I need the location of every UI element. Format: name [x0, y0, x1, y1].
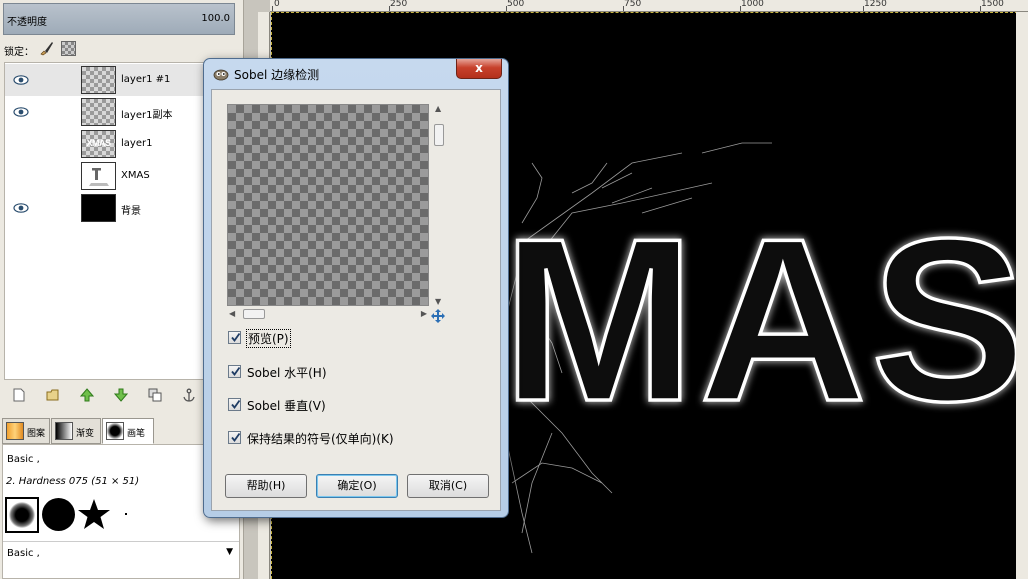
text-layer-thumbnail	[81, 162, 116, 190]
layer-thumbnail: XMAS	[81, 130, 116, 158]
ruler-label: 1000	[741, 0, 764, 9]
layer-thumbnail-text: XMAS	[86, 138, 111, 148]
tab-gradients[interactable]: 渐变	[51, 418, 101, 444]
brush-star[interactable]	[77, 497, 111, 533]
canvas-vertical-scrollbar[interactable]	[1016, 12, 1028, 579]
brush-set-dropdown-label: Basic ,	[7, 548, 40, 559]
brush-dot[interactable]	[115, 497, 149, 533]
tab-patterns[interactable]: 图案	[2, 418, 50, 444]
ruler-label: 1500	[981, 0, 1004, 9]
lock-label: 锁定：	[4, 47, 34, 58]
checkbox[interactable]	[228, 365, 241, 378]
brush-set-dropdown[interactable]: Basic , ▼	[3, 541, 239, 563]
ruler-label: 1250	[864, 0, 887, 9]
tab-label: 画笔	[127, 429, 146, 439]
layer-name: layer1副本	[121, 110, 173, 121]
horizontal-ruler: 0 250 500 750 1000 1250 1500	[270, 0, 1028, 12]
new-layer-icon[interactable]	[12, 388, 26, 402]
raise-layer-icon[interactable]	[80, 388, 94, 402]
ruler-label: 500	[507, 0, 525, 9]
lock-pixels-brush-icon[interactable]	[38, 40, 54, 56]
close-button[interactable]: x	[456, 59, 502, 79]
checkbox[interactable]	[228, 398, 241, 411]
scroll-right-icon[interactable]: ▶	[421, 309, 427, 318]
gimp-wilber-icon	[213, 69, 229, 81]
preview-area[interactable]	[227, 104, 429, 306]
tab-label: 渐变	[76, 429, 95, 439]
lower-layer-icon[interactable]	[114, 388, 128, 402]
text-layer-icon	[89, 168, 109, 186]
brush-round-hard[interactable]	[41, 497, 75, 533]
cancel-button[interactable]: 取消(C)	[407, 474, 489, 498]
eye-visibility-icon[interactable]	[12, 105, 30, 119]
scroll-thumb[interactable]	[243, 309, 265, 319]
current-brush-label: 2. Hardness 075 (51 × 51)	[6, 476, 140, 487]
brush-set-label: Basic ,	[7, 454, 40, 465]
layer-name: layer1	[121, 138, 153, 149]
pattern-icon	[6, 422, 24, 440]
layer-name: XMAS	[121, 170, 150, 181]
opacity-value: 100.0	[201, 13, 230, 24]
checkbox-label: 保持结果的符号(仅单向)(K)	[247, 432, 394, 446]
checkbox[interactable]	[228, 431, 241, 444]
help-button[interactable]: 帮助(H)	[225, 474, 307, 498]
layer-name: 背景	[121, 206, 141, 217]
layer-name: layer1 #1	[121, 74, 171, 85]
layer-thumbnail	[81, 194, 116, 222]
ruler-label: 250	[390, 0, 408, 9]
ok-button[interactable]: 确定(O)	[316, 474, 398, 498]
scroll-down-icon[interactable]: ▼	[435, 297, 441, 306]
tab-label: 图案	[27, 429, 46, 439]
brush-hardness-075[interactable]	[5, 497, 39, 533]
ruler-label: 0	[274, 0, 280, 9]
scroll-up-icon[interactable]: ▲	[435, 104, 441, 113]
ruler-label: 750	[624, 0, 642, 9]
dropdown-arrow-icon: ▼	[226, 547, 233, 557]
duplicate-layer-icon[interactable]	[148, 388, 162, 402]
checkbox-label: Sobel 水平(H)	[247, 366, 327, 380]
eye-visibility-icon[interactable]	[12, 201, 30, 215]
lock-row: 锁定：	[4, 40, 234, 58]
checkbox-label: 预览(P)	[246, 329, 291, 348]
anchor-layer-icon[interactable]	[182, 388, 196, 402]
eye-visibility-icon[interactable]	[12, 73, 30, 87]
layer-thumbnail	[81, 66, 116, 94]
dialog-body: ▲ ▼ ◀ ▶ 预览(P) Sobel 水平(H) Sobel 垂直(V) 保持…	[211, 89, 501, 511]
scroll-left-icon[interactable]: ◀	[229, 309, 235, 318]
opacity-label: 不透明度	[7, 17, 47, 28]
canvas-glow-text: MAS	[502, 191, 1017, 450]
sobel-edge-detect-dialog: Sobel 边缘检测 x ▲ ▼ ◀ ▶ 预览(P) Sobel 水平(H) S…	[203, 58, 509, 518]
gradient-icon	[55, 422, 73, 440]
lock-alpha-icon[interactable]	[61, 41, 76, 56]
layer-thumbnail	[81, 98, 116, 126]
brush-icon	[106, 422, 124, 440]
checkbox-label: Sobel 垂直(V)	[247, 399, 326, 413]
navigate-move-icon[interactable]	[430, 308, 446, 324]
preview-vertical-scrollbar[interactable]: ▲ ▼	[433, 104, 445, 306]
tab-brushes[interactable]: 画笔	[102, 418, 154, 444]
new-layer-group-icon[interactable]	[46, 388, 60, 402]
dialog-title: Sobel 边缘检测	[234, 68, 320, 82]
checkbox[interactable]	[228, 331, 241, 344]
scroll-thumb[interactable]	[434, 124, 444, 146]
preview-horizontal-scrollbar[interactable]: ◀ ▶	[227, 308, 429, 320]
opacity-slider[interactable]: 不透明度 100.0	[3, 3, 235, 35]
